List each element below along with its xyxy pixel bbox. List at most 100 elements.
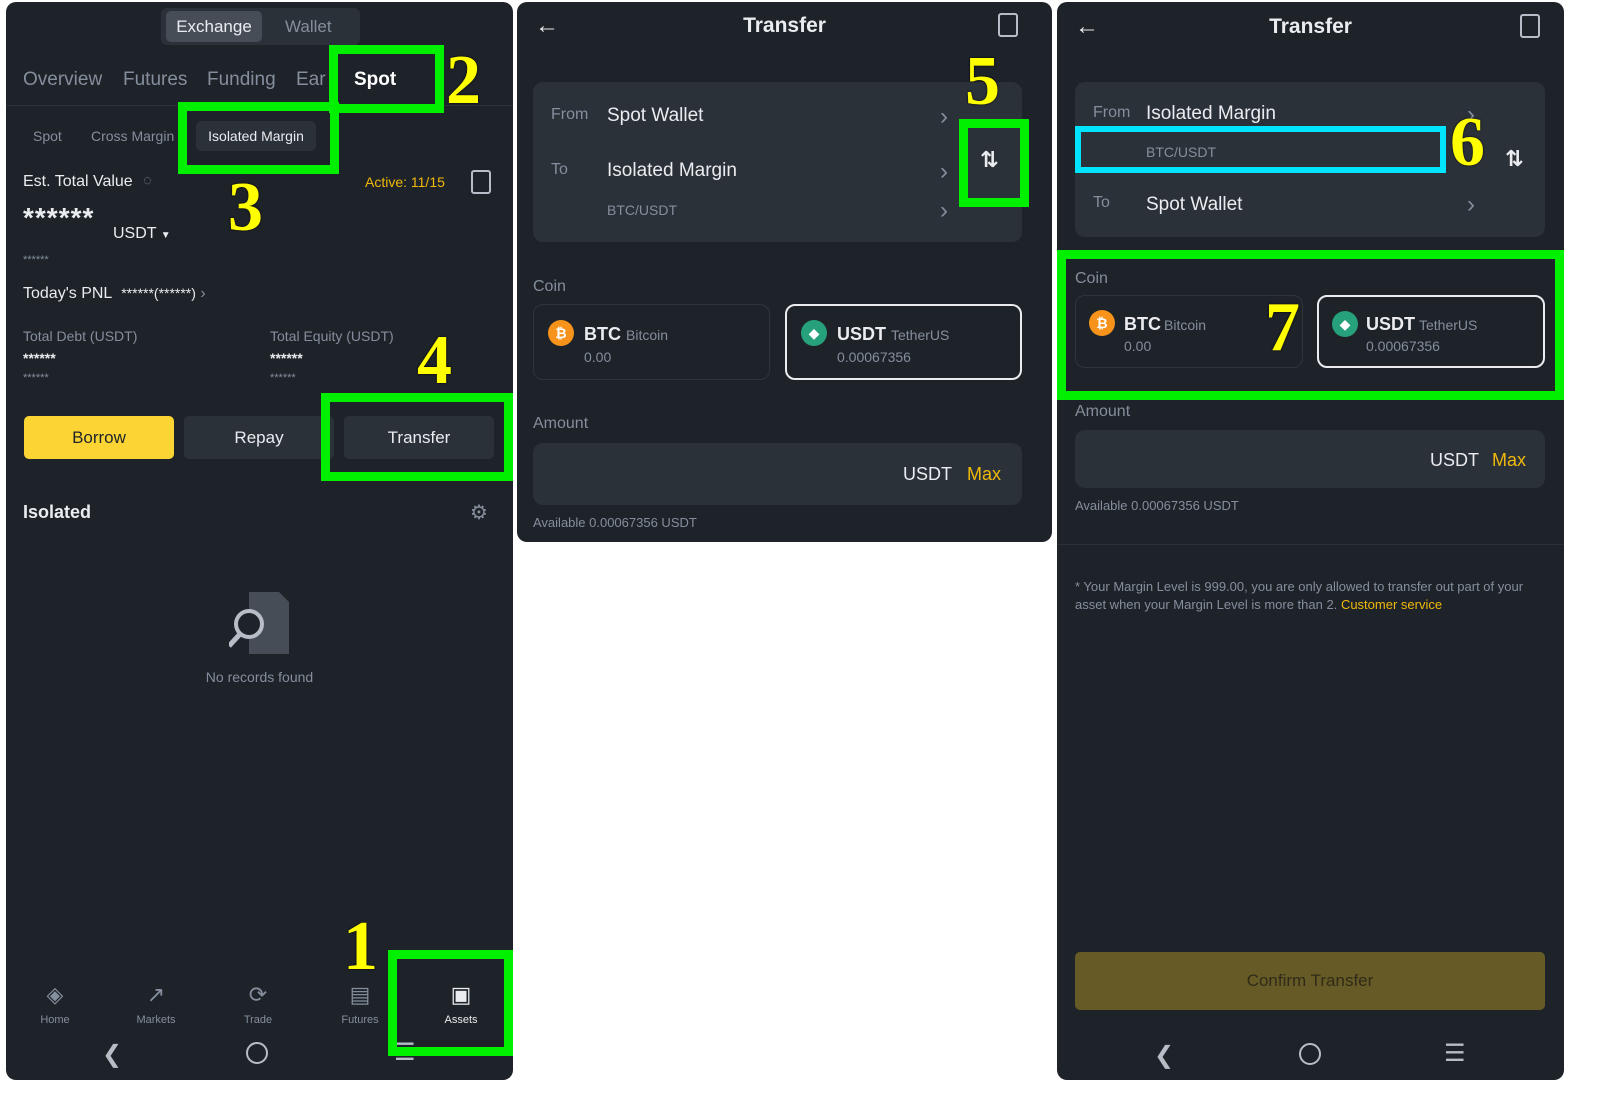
system-back-icon[interactable]: ❮ [1154, 1041, 1174, 1070]
to-chevron-icon[interactable]: › [940, 160, 948, 184]
swap-direction-icon[interactable]: ⇅ [1505, 146, 1523, 172]
amount-label: Amount [1075, 403, 1131, 420]
system-home-icon[interactable] [1299, 1043, 1321, 1065]
coin-option-btc[interactable]: ₿ BTC Bitcoin 0.00 [533, 304, 770, 380]
coin-balance: 0.00067356 [1366, 338, 1440, 354]
repay-button[interactable]: Repay [184, 416, 334, 459]
system-back-icon[interactable]: ❮ [102, 1040, 122, 1069]
transfer-button[interactable]: Transfer [344, 416, 494, 459]
exchange-toggle[interactable]: Exchange [166, 11, 262, 42]
chevron-right-icon: › [200, 285, 206, 302]
coin-balance: 0.00067356 [837, 349, 911, 365]
pair-value[interactable]: BTC/USDT [1146, 144, 1216, 160]
available-balance: Available 0.00067356 USDT [533, 515, 697, 530]
nav-assets[interactable]: ▣ Assets [426, 980, 496, 1026]
system-menu-icon[interactable]: ☰ [394, 1038, 416, 1067]
est-total-label: Est. Total Value [23, 173, 133, 190]
tab-spot[interactable]: Spot [354, 69, 396, 91]
nav-trade-label: Trade [243, 1014, 273, 1026]
nav-markets-label: Markets [136, 1014, 176, 1026]
customer-service-link[interactable]: Customer service [1341, 597, 1442, 612]
tab-divider [6, 105, 513, 106]
confirm-transfer-button[interactable]: Confirm Transfer [1075, 952, 1545, 1010]
tether-icon: ◆ [801, 320, 827, 346]
total-equity-value: ****** [270, 350, 303, 366]
tab-earn[interactable]: Ear [296, 69, 326, 91]
step-number-7: 7 [1265, 289, 1300, 366]
max-button[interactable]: Max [1492, 450, 1526, 471]
eye-hidden-icon[interactable]: ◌ [143, 172, 152, 189]
todays-pnl[interactable]: Today's PNL ******(******) › [23, 285, 206, 303]
amount-unit: USDT [1430, 450, 1479, 470]
tab-funding[interactable]: Funding [207, 69, 276, 91]
from-chevron-icon[interactable]: › [940, 105, 948, 129]
coin-name: Bitcoin [1164, 317, 1207, 333]
coin-symbol: USDT [837, 324, 886, 344]
subtab-spot[interactable]: Spot [33, 128, 62, 144]
coin-symbol: BTC [584, 324, 621, 344]
nav-home[interactable]: ◈ Home [20, 980, 90, 1026]
transfer-screen-isolated-to-spot: ← Transfer From Isolated Margin › BTC/US… [1057, 2, 1564, 1080]
bitcoin-icon: ₿ [1089, 310, 1115, 336]
borrow-button[interactable]: Borrow [24, 416, 174, 459]
history-icon[interactable] [471, 170, 491, 194]
total-value-masked: ****** [23, 202, 95, 233]
coin-name: TetherUS [891, 327, 950, 343]
to-wallet-value[interactable]: Spot Wallet [1146, 194, 1242, 216]
nav-trade[interactable]: ⟳ Trade [223, 980, 293, 1026]
from-wallet-value[interactable]: Isolated Margin [1146, 103, 1276, 125]
currency-label: USDT [113, 225, 157, 242]
transfer-history-icon[interactable] [998, 13, 1018, 37]
transfer-history-icon[interactable] [1520, 14, 1540, 38]
total-value-sub: ****** [23, 254, 49, 266]
total-debt-sub: ****** [23, 372, 49, 384]
tab-overview[interactable]: Overview [23, 69, 102, 91]
pair-value[interactable]: BTC/USDT [607, 202, 677, 218]
amount-label: Amount [533, 415, 589, 432]
active-count: Active: 11/15 [365, 174, 445, 190]
nav-futures[interactable]: ▤ Futures [325, 980, 395, 1026]
coin-name: TetherUS [1419, 317, 1478, 333]
no-records-icon [227, 592, 289, 654]
step-number-2: 2 [446, 42, 481, 119]
wallet-toggle[interactable]: Wallet [285, 17, 332, 37]
margin-level-note: * Your Margin Level is 999.00, you are o… [1075, 578, 1545, 614]
nav-markets[interactable]: ↗ Markets [121, 980, 191, 1026]
page-title: Transfer [743, 14, 826, 37]
empty-state-text: No records found [205, 669, 314, 685]
max-button[interactable]: Max [967, 464, 1001, 485]
system-home-icon[interactable] [246, 1042, 268, 1064]
step-number-4: 4 [417, 322, 452, 399]
coin-balance: 0.00 [584, 349, 612, 365]
pair-chevron-icon[interactable]: › [940, 199, 948, 223]
nav-futures-label: Futures [341, 1014, 379, 1026]
filter-icon[interactable]: ⚙ [470, 500, 488, 525]
coin-option-usdt[interactable]: ◆ USDT TetherUS 0.00067356 [1317, 295, 1545, 368]
tether-icon: ◆ [1332, 311, 1358, 337]
subtab-cross-margin[interactable]: Cross Margin [91, 128, 174, 144]
system-menu-icon[interactable]: ☰ [1444, 1039, 1466, 1068]
coin-option-usdt[interactable]: ◆ USDT TetherUS 0.00067356 [785, 304, 1022, 380]
markets-icon: ↗ [146, 982, 166, 1007]
to-chevron-icon[interactable]: › [1467, 193, 1475, 217]
step-number-3: 3 [228, 169, 263, 246]
bitcoin-icon: ₿ [548, 320, 574, 346]
total-equity-label: Total Equity (USDT) [270, 328, 394, 344]
available-balance: Available 0.00067356 USDT [1075, 498, 1239, 513]
coin-balance: 0.00 [1124, 338, 1152, 354]
home-icon: ◈ [46, 982, 64, 1007]
swap-direction-icon[interactable]: ⇅ [980, 147, 998, 173]
to-wallet-value[interactable]: Isolated Margin [607, 160, 737, 182]
wallet-icon: ▣ [450, 982, 472, 1007]
tab-futures[interactable]: Futures [123, 69, 187, 91]
subtab-isolated-margin[interactable]: Isolated Margin [196, 121, 316, 151]
from-wallet-value[interactable]: Spot Wallet [607, 105, 703, 127]
page-title: Transfer [1269, 15, 1352, 38]
currency-select[interactable]: USDT ▼ [113, 225, 171, 243]
total-debt-value: ****** [23, 350, 56, 366]
nav-home-label: Home [40, 1014, 70, 1026]
step-number-1: 1 [343, 908, 378, 985]
from-label: From [551, 106, 589, 123]
trade-icon: ⟳ [248, 982, 268, 1007]
total-equity-sub: ****** [270, 372, 296, 384]
